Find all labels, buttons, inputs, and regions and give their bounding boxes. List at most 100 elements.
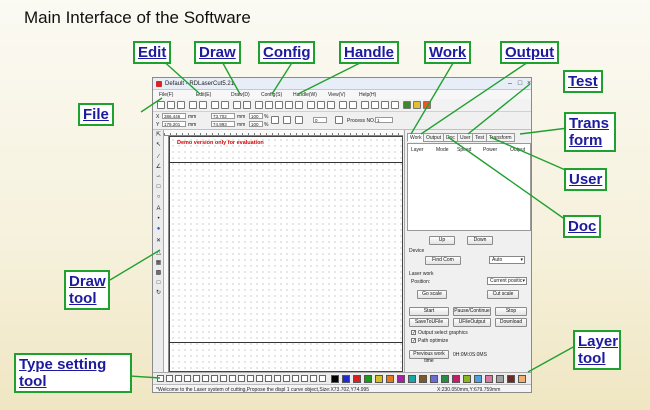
redo-icon[interactable] <box>221 101 229 109</box>
lock-ratio-icon[interactable] <box>271 116 279 124</box>
same-height-icon[interactable] <box>247 375 254 382</box>
ellipse-tool-icon[interactable]: ○ <box>155 194 162 201</box>
layer-color-swatch[interactable] <box>375 375 383 383</box>
align-center-icon[interactable] <box>211 375 218 382</box>
layer-color-swatch[interactable] <box>441 375 449 383</box>
download-button[interactable]: Download <box>495 318 527 327</box>
light-icon[interactable] <box>413 101 421 109</box>
distribute-tool-icon[interactable]: ▩ <box>155 270 162 277</box>
menu-draw[interactable]: Draw(D) <box>231 92 250 98</box>
path-optimize-checkbox[interactable]: ✓ <box>411 338 416 344</box>
zoom-out-icon[interactable] <box>275 101 283 109</box>
menu-config[interactable]: Config(S) <box>261 92 282 98</box>
rotate-tool-icon[interactable]: ↻ <box>155 290 162 297</box>
same-width-icon[interactable] <box>238 375 245 382</box>
align-top-icon[interactable] <box>175 375 182 382</box>
tab-work[interactable]: Work <box>407 133 425 142</box>
space-v-icon[interactable] <box>229 375 236 382</box>
page-fit-icon[interactable] <box>319 375 326 382</box>
cut-path-icon[interactable] <box>327 101 335 109</box>
point-tool-icon[interactable]: • <box>155 216 162 223</box>
tab-transform[interactable]: Transform <box>486 133 515 142</box>
apply-icon[interactable] <box>335 116 343 124</box>
scale-h-field[interactable]: 100 <box>249 121 263 127</box>
menu-view[interactable]: View(V) <box>328 92 345 98</box>
laser-icon[interactable] <box>391 101 399 109</box>
array-icon[interactable] <box>361 101 369 109</box>
select-tool-icon[interactable]: ⇱ <box>155 132 162 139</box>
rotate-icon[interactable] <box>295 116 303 124</box>
bitmap-icon[interactable] <box>349 101 357 109</box>
cut-scale-button[interactable]: Cut scale <box>487 290 519 299</box>
align-right-icon[interactable] <box>166 375 173 382</box>
align-tool-icon[interactable]: △ <box>155 250 162 257</box>
width-field[interactable]: 73.702 <box>211 113 235 119</box>
page-center-icon[interactable] <box>301 375 308 382</box>
line-tool-icon[interactable]: ∕ <box>155 154 162 161</box>
layer-color-swatch[interactable] <box>452 375 460 383</box>
go-scale-button[interactable]: Go scale <box>417 290 447 299</box>
menu-file[interactable]: File(F) <box>159 92 173 98</box>
new-file-icon[interactable] <box>157 101 165 109</box>
size-tool-icon[interactable]: □ <box>155 280 162 287</box>
up-button[interactable]: Up <box>429 236 455 245</box>
delete-tool-icon[interactable]: ✕ <box>155 238 162 245</box>
curve-tool-icon[interactable]: ∽ <box>155 174 162 181</box>
layer-color-swatch[interactable] <box>342 375 350 383</box>
settings-icon[interactable] <box>423 101 431 109</box>
pause-continue-button[interactable]: Pause/Continue <box>453 307 491 316</box>
page-left-icon[interactable] <box>265 375 272 382</box>
save-to-ufile-button[interactable]: SaveToUFile <box>409 318 449 327</box>
down-button[interactable]: Down <box>467 236 493 245</box>
curve-icon[interactable] <box>339 101 347 109</box>
smooth-icon[interactable] <box>317 101 325 109</box>
page-corner-icon[interactable] <box>310 375 317 382</box>
layer-color-swatch[interactable] <box>331 375 339 383</box>
y-position-field[interactable]: 179.201 <box>162 121 186 127</box>
ungroup-icon[interactable] <box>381 101 389 109</box>
layer-color-swatch[interactable] <box>496 375 504 383</box>
ufile-output-button[interactable]: UFileOutput <box>453 318 491 327</box>
layer-color-swatch[interactable] <box>474 375 482 383</box>
layer-color-swatch[interactable] <box>485 375 493 383</box>
layer-color-swatch[interactable] <box>364 375 372 383</box>
save-file-icon[interactable] <box>177 101 185 109</box>
stop-button[interactable]: Stop <box>495 307 527 316</box>
align-bottom-icon[interactable] <box>184 375 191 382</box>
layer-color-swatch[interactable] <box>507 375 515 383</box>
zoom-in-icon[interactable] <box>265 101 273 109</box>
process-no-field[interactable]: 1 <box>375 117 393 123</box>
same-size-icon[interactable] <box>256 375 263 382</box>
find-com-button[interactable]: Find Com <box>425 256 461 265</box>
previous-work-time-button[interactable]: Previous work time <box>409 350 449 364</box>
layer-color-swatch[interactable] <box>386 375 394 383</box>
tab-doc[interactable]: Doc <box>443 133 458 142</box>
select-icon[interactable] <box>255 101 263 109</box>
machine-icon[interactable] <box>403 101 411 109</box>
undo-icon[interactable] <box>211 101 219 109</box>
copy-icon[interactable] <box>233 101 241 109</box>
grid-tool-icon[interactable]: ● <box>155 226 162 233</box>
space-h-icon[interactable] <box>220 375 227 382</box>
text-tool-icon[interactable]: A <box>155 206 162 213</box>
tab-test[interactable]: Test <box>472 133 488 142</box>
layer-color-swatch[interactable] <box>397 375 405 383</box>
pan-icon[interactable] <box>295 101 303 109</box>
start-button[interactable]: Start <box>409 307 449 316</box>
mirror-icon[interactable] <box>283 116 291 124</box>
array-tool-icon[interactable]: ▦ <box>155 260 162 267</box>
x-position-field[interactable]: 386.446 <box>162 113 186 119</box>
layer-color-swatch[interactable] <box>518 375 526 383</box>
align-vcenter-icon[interactable] <box>202 375 209 382</box>
height-field[interactable]: 74.993 <box>211 121 235 127</box>
export-icon[interactable] <box>199 101 207 109</box>
position-select[interactable]: Current positic ▾ <box>487 277 527 285</box>
angle-field[interactable]: 0 <box>313 117 327 123</box>
import-icon[interactable] <box>189 101 197 109</box>
page-top-icon[interactable] <box>283 375 290 382</box>
page-bottom-icon[interactable] <box>292 375 299 382</box>
menu-help[interactable]: Help(H) <box>359 92 376 98</box>
close-icon[interactable]: × <box>524 80 531 88</box>
layer-color-swatch[interactable] <box>430 375 438 383</box>
scale-w-field[interactable]: 100 <box>249 113 263 119</box>
